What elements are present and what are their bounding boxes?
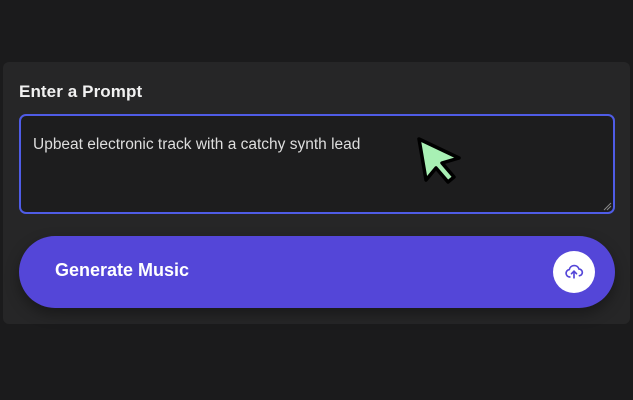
- cloud-upload-icon: [565, 264, 584, 279]
- upload-button[interactable]: [553, 251, 595, 293]
- mouse-pointer-icon: [417, 137, 461, 184]
- resize-grip-icon[interactable]: [602, 201, 612, 211]
- prompt-card: Enter a Prompt Upbeat electronic track w…: [3, 62, 630, 324]
- page: Enter a Prompt Upbeat electronic track w…: [0, 0, 633, 400]
- prompt-textarea-value: Upbeat electronic track with a catchy sy…: [33, 136, 361, 153]
- prompt-label: Enter a Prompt: [19, 82, 143, 101]
- generate-music-label: Generate Music: [55, 260, 190, 280]
- prompt-textarea[interactable]: Upbeat electronic track with a catchy sy…: [19, 114, 615, 214]
- generate-music-button[interactable]: Generate Music: [19, 236, 615, 308]
